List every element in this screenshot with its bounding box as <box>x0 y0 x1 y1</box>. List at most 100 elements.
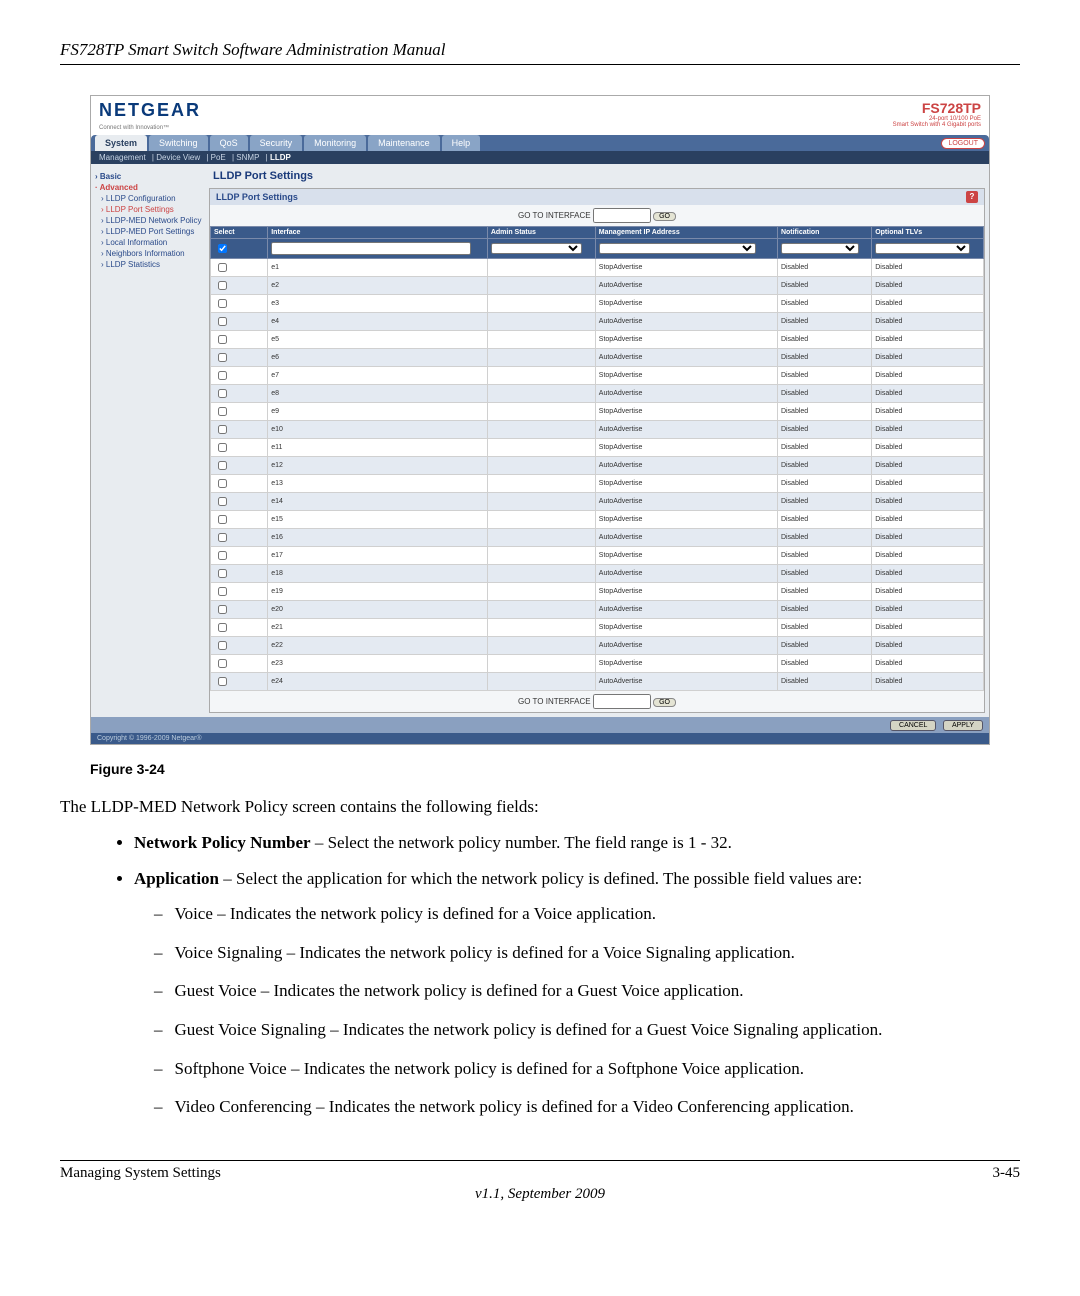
version-line: v1.1, September 2009 <box>60 1186 1020 1203</box>
cell-optional-tlvs: Disabled <box>872 259 984 277</box>
table-row: e18AutoAdvertiseDisabledDisabled <box>211 565 984 583</box>
subtab-deviceview[interactable]: Device View <box>156 153 200 162</box>
go-button-top[interactable]: GO <box>653 212 676 221</box>
cell-optional-tlvs: Disabled <box>872 511 984 529</box>
filter-mgmt-ip[interactable] <box>599 243 757 254</box>
row-select-checkbox[interactable] <box>218 317 227 326</box>
subtab-poe[interactable]: PoE <box>211 153 226 162</box>
tab-maintenance[interactable]: Maintenance <box>368 135 440 151</box>
row-select-checkbox[interactable] <box>218 587 227 596</box>
col-mgmt-ip: Management IP Address <box>595 227 777 239</box>
row-select-checkbox[interactable] <box>218 569 227 578</box>
tab-help[interactable]: Help <box>442 135 481 151</box>
sidebar-local-information[interactable]: › Local Information <box>101 238 205 247</box>
row-select-checkbox[interactable] <box>218 641 227 650</box>
row-select-checkbox[interactable] <box>218 281 227 290</box>
row-select-checkbox[interactable] <box>218 425 227 434</box>
footer-left: Managing System Settings <box>60 1165 221 1182</box>
cell-interface: e15 <box>268 511 488 529</box>
cell-admin-status <box>487 493 595 511</box>
apply-button[interactable]: APPLY <box>943 720 983 731</box>
cell-notification: Disabled <box>777 475 871 493</box>
row-select-checkbox[interactable] <box>218 371 227 380</box>
filter-optional-tlvs[interactable] <box>875 243 969 254</box>
subtab-snmp[interactable]: SNMP <box>236 153 259 162</box>
tab-security[interactable]: Security <box>250 135 303 151</box>
cell-optional-tlvs: Disabled <box>872 367 984 385</box>
cell-mgmt-ip: StopAdvertise <box>595 547 777 565</box>
tab-qos[interactable]: QoS <box>210 135 248 151</box>
row-select-checkbox[interactable] <box>218 659 227 668</box>
row-select-checkbox[interactable] <box>218 461 227 470</box>
sidebar-lldp-med-network-policy[interactable]: › LLDP-MED Network Policy <box>101 216 205 225</box>
table-row: e11StopAdvertiseDisabledDisabled <box>211 439 984 457</box>
row-select-checkbox[interactable] <box>218 497 227 506</box>
cell-mgmt-ip: StopAdvertise <box>595 619 777 637</box>
sidebar-lldp-statistics[interactable]: › LLDP Statistics <box>101 260 205 269</box>
table-row: e1StopAdvertiseDisabledDisabled <box>211 259 984 277</box>
cell-interface: e23 <box>268 655 488 673</box>
cell-admin-status <box>487 421 595 439</box>
cell-optional-tlvs: Disabled <box>872 547 984 565</box>
col-select: Select <box>211 227 268 239</box>
tab-system[interactable]: System <box>95 135 147 151</box>
row-select-checkbox[interactable] <box>218 623 227 632</box>
cell-mgmt-ip: AutoAdvertise <box>595 673 777 691</box>
row-select-checkbox[interactable] <box>218 677 227 686</box>
cell-mgmt-ip: StopAdvertise <box>595 403 777 421</box>
cell-interface: e13 <box>268 475 488 493</box>
table-row: e19StopAdvertiseDisabledDisabled <box>211 583 984 601</box>
row-select-checkbox[interactable] <box>218 407 227 416</box>
select-all-checkbox[interactable] <box>218 244 227 253</box>
table-row: e17StopAdvertiseDisabledDisabled <box>211 547 984 565</box>
sidebar-lldp-med-port-settings[interactable]: › LLDP-MED Port Settings <box>101 227 205 236</box>
row-select-checkbox[interactable] <box>218 353 227 362</box>
row-select-checkbox[interactable] <box>218 389 227 398</box>
cell-mgmt-ip: AutoAdvertise <box>595 565 777 583</box>
row-select-checkbox[interactable] <box>218 515 227 524</box>
filter-admin-status[interactable] <box>491 243 582 254</box>
row-select-checkbox[interactable] <box>218 443 227 452</box>
cell-optional-tlvs: Disabled <box>872 529 984 547</box>
cell-optional-tlvs: Disabled <box>872 313 984 331</box>
row-select-checkbox[interactable] <box>218 479 227 488</box>
sidebar-neighbors-information[interactable]: › Neighbors Information <box>101 249 205 258</box>
row-select-checkbox[interactable] <box>218 551 227 560</box>
cell-notification: Disabled <box>777 619 871 637</box>
cell-interface: e3 <box>268 295 488 313</box>
cell-interface: e2 <box>268 277 488 295</box>
row-select-checkbox[interactable] <box>218 299 227 308</box>
goto-interface-input-bottom[interactable] <box>593 694 651 709</box>
application-value: Guest Voice – Indicates the network poli… <box>154 979 1020 1004</box>
sidebar-basic[interactable]: › Basic <box>95 172 205 181</box>
tab-switching[interactable]: Switching <box>149 135 208 151</box>
cell-notification: Disabled <box>777 457 871 475</box>
go-button-bottom[interactable]: GO <box>653 698 676 707</box>
cell-mgmt-ip: StopAdvertise <box>595 259 777 277</box>
sidebar-lldp-port-settings[interactable]: › LLDP Port Settings <box>101 205 205 214</box>
help-icon[interactable]: ? <box>966 191 978 203</box>
sidebar-lldp-config[interactable]: › LLDP Configuration <box>101 194 205 203</box>
cell-admin-status <box>487 547 595 565</box>
cell-mgmt-ip: AutoAdvertise <box>595 421 777 439</box>
doc-header: FS728TP Smart Switch Software Administra… <box>60 40 1020 65</box>
model-name: FS728TP <box>922 100 981 116</box>
sidebar-advanced[interactable]: · Advanced <box>95 183 205 192</box>
cell-mgmt-ip: StopAdvertise <box>595 331 777 349</box>
row-select-checkbox[interactable] <box>218 605 227 614</box>
cell-interface: e11 <box>268 439 488 457</box>
filter-interface[interactable] <box>271 242 470 255</box>
goto-interface-input-top[interactable] <box>593 208 651 223</box>
logout-button[interactable]: LOGOUT <box>941 138 985 149</box>
row-select-checkbox[interactable] <box>218 533 227 542</box>
tab-monitoring[interactable]: Monitoring <box>304 135 366 151</box>
application-value: Voice – Indicates the network policy is … <box>154 902 1020 927</box>
filter-notification[interactable] <box>781 243 860 254</box>
subtab-lldp[interactable]: LLDP <box>270 153 291 162</box>
table-row: e9StopAdvertiseDisabledDisabled <box>211 403 984 421</box>
table-row: e2AutoAdvertiseDisabledDisabled <box>211 277 984 295</box>
row-select-checkbox[interactable] <box>218 263 227 272</box>
subtab-management[interactable]: Management <box>99 153 146 162</box>
cancel-button[interactable]: CANCEL <box>890 720 936 731</box>
row-select-checkbox[interactable] <box>218 335 227 344</box>
